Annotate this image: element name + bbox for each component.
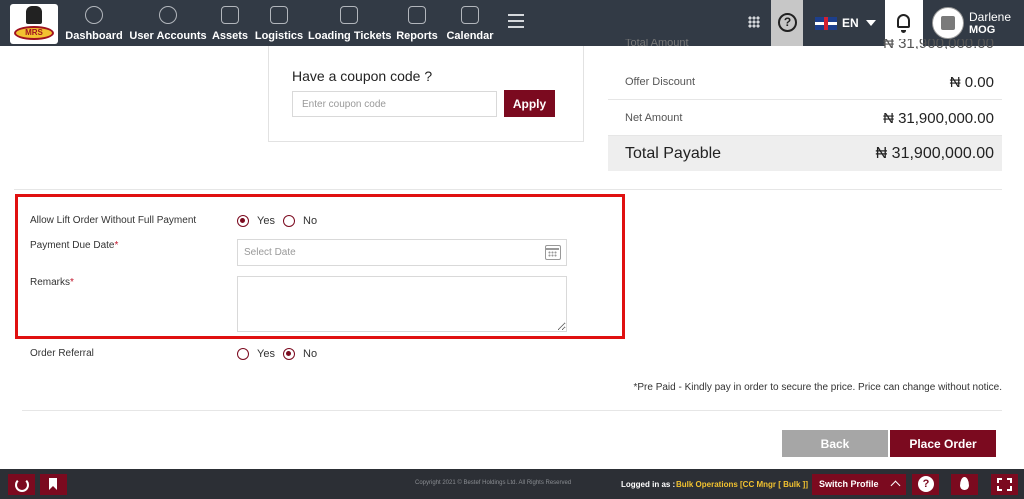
total-payable-value: ₦ 31,900,000.00 — [875, 145, 994, 162]
copyright-text: Copyright 2021 © Bestef Holdings Ltd. Al… — [415, 480, 572, 486]
referral-yes-radio[interactable] — [237, 348, 249, 360]
logo-text: MRS — [14, 26, 54, 40]
nav-assets[interactable]: Assets — [210, 0, 250, 46]
grid-icon — [748, 16, 760, 28]
required-mark: * — [114, 240, 119, 251]
referral-yes-label: Yes — [257, 348, 275, 360]
fire-icon[interactable] — [951, 474, 978, 495]
calendar-icon — [461, 6, 479, 24]
remarks-text: Remarks — [30, 277, 71, 288]
section-divider — [14, 189, 1002, 190]
calendar-icon[interactable] — [545, 245, 561, 260]
nav-logistics-label: Logistics — [254, 30, 304, 42]
lift-order-no-label: No — [303, 215, 318, 227]
summary-label: Total Amount — [625, 39, 689, 49]
switch-profile-label: Switch Profile — [819, 479, 879, 489]
nav-reports[interactable]: Reports — [394, 0, 440, 46]
nav-reports-label: Reports — [396, 30, 438, 42]
question-icon: ? — [918, 476, 934, 492]
ticket-icon — [340, 6, 358, 24]
bookmark-icon[interactable] — [40, 474, 67, 495]
nav-loading-tickets-label: Loading Tickets — [308, 30, 392, 42]
bell-icon — [897, 14, 910, 33]
summary-row-total-payable: Total Payable ₦ 31,900,000.00 — [608, 136, 1002, 171]
user-accounts-icon — [159, 6, 177, 24]
summary-label: Offer Discount — [625, 76, 696, 88]
language-code: EN — [842, 16, 859, 30]
user-name: Darlene — [969, 10, 1012, 24]
nav-dashboard-label: Dashboard — [65, 30, 123, 42]
summary-row-offer-discount: Offer Discount ₦ 0.00 — [608, 64, 1002, 100]
footer-help-button[interactable]: ? — [912, 474, 939, 495]
avatar — [932, 7, 964, 39]
summary-label: Net Amount — [625, 112, 683, 124]
back-button[interactable]: Back — [782, 430, 888, 457]
nav-user-accounts-label: User Accounts — [129, 30, 207, 42]
footer-bar: Copyright 2021 © Bestef Holdings Ltd. Al… — [0, 469, 1024, 499]
referral-no-radio[interactable] — [283, 348, 295, 360]
chevron-up-icon — [890, 480, 901, 491]
payment-due-date-label: Payment Due Date* — [30, 240, 118, 251]
recycle-icon[interactable] — [8, 474, 35, 495]
prepaid-note: *Pre Paid - Kindly pay in order to secur… — [633, 382, 1002, 393]
user-org: MOG — [969, 24, 996, 36]
place-order-button[interactable]: Place Order — [890, 430, 996, 457]
nav-user-accounts[interactable]: User Accounts — [128, 0, 208, 46]
coupon-card: Have a coupon code ? Apply — [268, 46, 584, 142]
expand-corner-icon — [1007, 478, 1012, 483]
nav-assets-label: Assets — [211, 30, 249, 42]
summary-value: ₦ 0.00 — [949, 74, 994, 91]
nav-loading-tickets[interactable]: Loading Tickets — [308, 0, 392, 46]
lift-order-label: Allow Lift Order Without Full Payment — [30, 215, 197, 226]
payment-due-date-input[interactable] — [237, 239, 567, 266]
lift-order-yes-radio[interactable] — [237, 215, 249, 227]
summary-value: ₦ 31,900,000.00 — [883, 110, 994, 127]
actions-divider — [22, 410, 1002, 411]
menu-hamburger-icon[interactable] — [508, 14, 524, 28]
apply-coupon-button[interactable]: Apply — [504, 90, 555, 117]
coupon-title: Have a coupon code ? — [292, 68, 433, 84]
order-referral-label: Order Referral — [30, 348, 94, 359]
lift-order-yes-label: Yes — [257, 215, 275, 227]
expand-corner-icon — [997, 486, 1002, 491]
lift-order-no-radio[interactable] — [283, 215, 295, 227]
payment-due-date-text: Payment Due Date — [30, 240, 115, 251]
payment-summary: Total Amount ₦ 31,900,000.00 Offer Disco… — [608, 39, 1002, 171]
caret-down-icon — [866, 20, 876, 26]
referral-no-label: No — [303, 348, 318, 360]
nav-calendar[interactable]: Calendar — [444, 0, 496, 46]
summary-row-net-amount: Net Amount ₦ 31,900,000.00 — [608, 100, 1002, 136]
nav-calendar-label: Calendar — [446, 30, 494, 42]
logged-in-value: Bulk Operations [CC Mngr [ Bulk ]] — [676, 480, 808, 489]
logged-in-label: Logged in as : — [621, 480, 676, 489]
uk-flag-icon — [815, 17, 837, 30]
remarks-textarea[interactable] — [237, 276, 567, 332]
fullscreen-button[interactable] — [991, 474, 1018, 495]
switch-profile-button[interactable]: Switch Profile — [812, 474, 906, 495]
nav-dashboard[interactable]: Dashboard — [64, 0, 124, 46]
question-icon: ? — [778, 13, 797, 32]
horse-logo-icon — [26, 6, 42, 24]
truck-icon — [270, 6, 288, 24]
summary-row-total-amount: Total Amount ₦ 31,900,000.00 — [608, 39, 1002, 49]
total-payable-label: Total Payable — [625, 145, 722, 162]
mrs-logo[interactable]: MRS — [10, 4, 58, 44]
required-mark: * — [70, 277, 74, 288]
reports-icon — [408, 6, 426, 24]
nav-logistics[interactable]: Logistics — [254, 0, 304, 46]
expand-corner-icon — [1007, 486, 1012, 491]
remarks-label: Remarks* — [30, 277, 74, 288]
summary-value: ₦ 31,900,000.00 — [883, 39, 994, 49]
coupon-code-input[interactable] — [292, 91, 497, 117]
expand-corner-icon — [997, 478, 1002, 483]
assets-icon — [221, 6, 239, 24]
dashboard-icon — [85, 6, 103, 24]
